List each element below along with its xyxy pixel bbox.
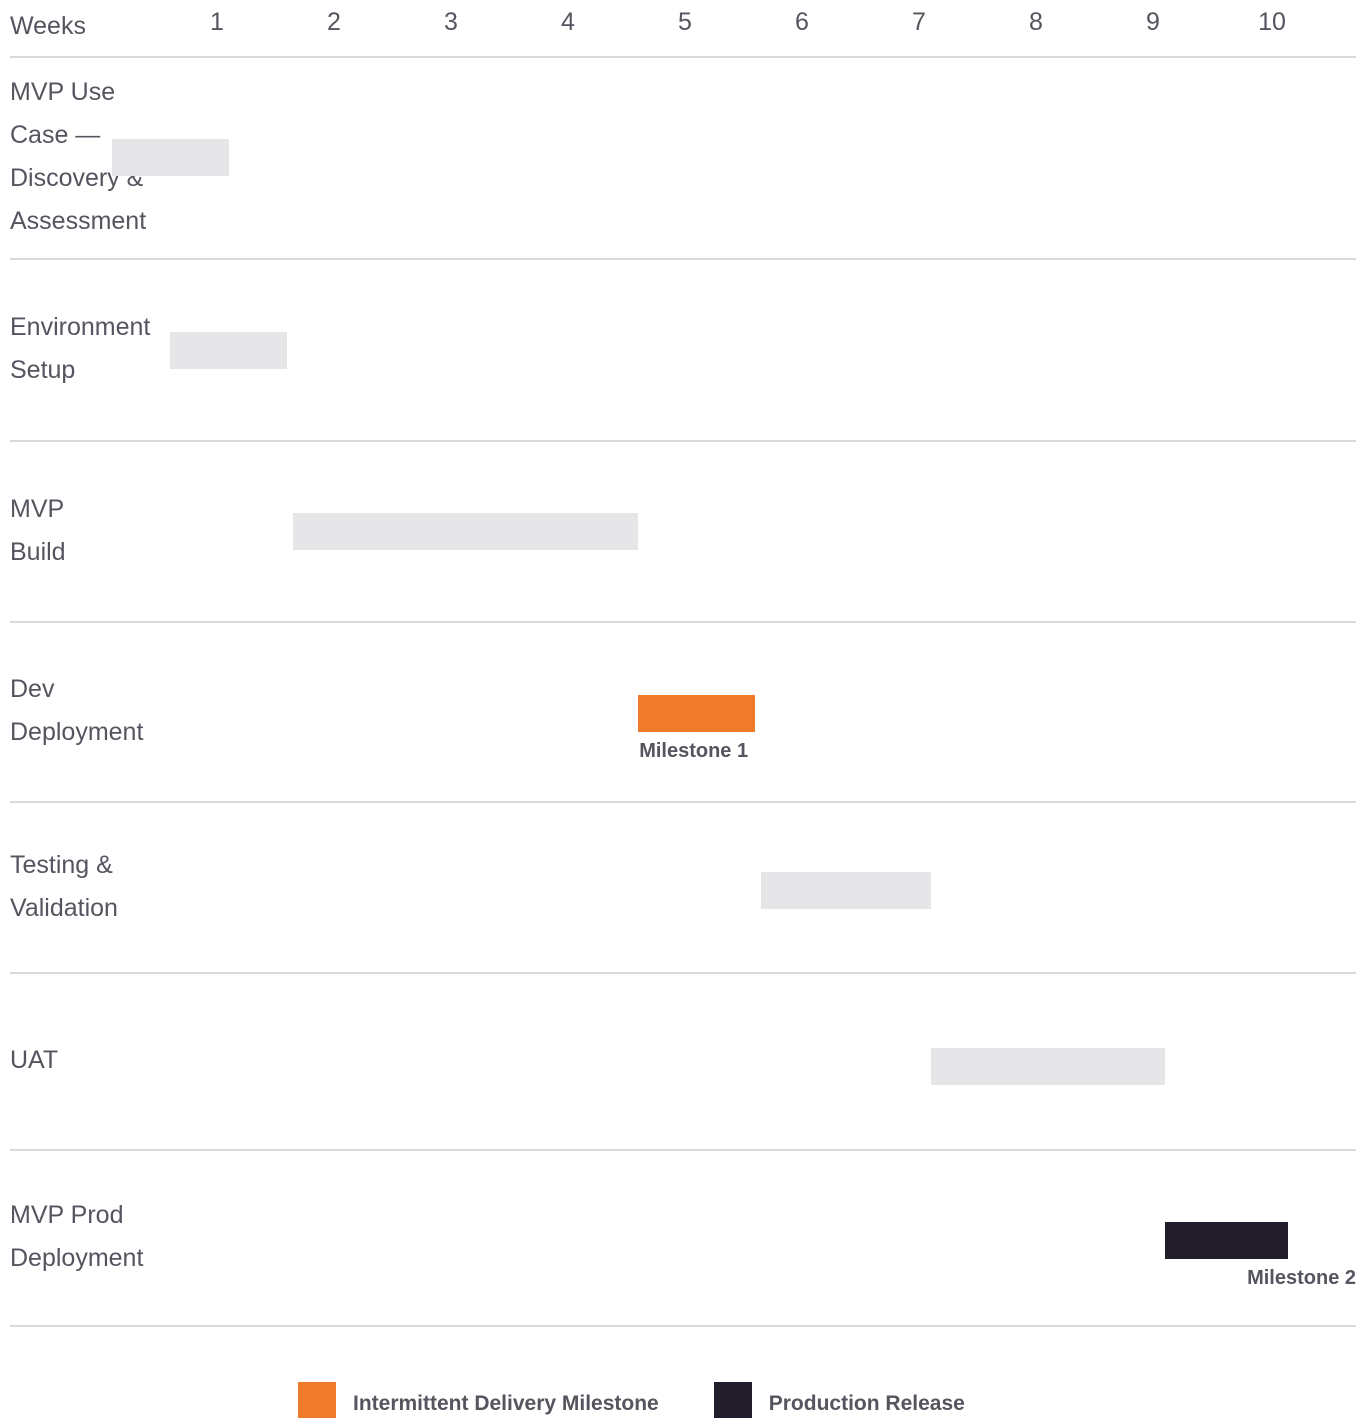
row-divider: [10, 440, 1356, 442]
legend: Intermittent Delivery Milestone Producti…: [298, 1382, 965, 1418]
task-label-line: Environment: [10, 313, 151, 341]
task-bar-phase: [761, 872, 931, 909]
task-label-line: Build: [10, 537, 66, 566]
row-divider: [10, 56, 1356, 58]
legend-swatch-release: [713, 1382, 752, 1418]
week-tick-5: 5: [678, 8, 692, 36]
row-divider: [10, 801, 1356, 803]
task-label-line: Testing &: [10, 850, 113, 879]
task-label: MVP Build: [10, 440, 185, 621]
task-bar-phase: [930, 1048, 1165, 1085]
task-label-line: UAT: [10, 1046, 59, 1074]
task-bar-milestone: [638, 695, 756, 732]
weeks-header-label: Weeks: [10, 12, 86, 40]
legend-label-milestone: Intermittent Delivery Milestone: [353, 1392, 659, 1415]
week-tick-7: 7: [912, 8, 926, 36]
week-tick-8: 8: [1029, 8, 1043, 36]
task-bar-phase: [170, 332, 288, 369]
task-label-line: MVP: [10, 494, 65, 523]
task-label: UAT: [10, 972, 185, 1149]
legend-item-release: Production Release: [713, 1382, 965, 1418]
task-label-line: Dev: [10, 675, 55, 703]
task-label-line: MVP Prod: [10, 1201, 124, 1229]
legend-item-milestone: Intermittent Delivery Milestone: [298, 1382, 659, 1418]
milestone-label: Milestone 1: [639, 740, 749, 762]
week-tick-1: 1: [210, 8, 224, 36]
legend-label-release: Production Release: [768, 1392, 965, 1415]
task-label-line: MVP Use: [10, 78, 116, 106]
row-divider: [10, 1325, 1356, 1327]
week-tick-4: 4: [561, 8, 575, 36]
week-tick-9: 9: [1146, 8, 1160, 36]
task-label: Environment Setup: [10, 258, 185, 440]
task-label-line: Assessment: [10, 207, 147, 235]
task-bar-phase: [293, 513, 639, 550]
task-label-line: Deployment: [10, 718, 144, 746]
milestone-label: Milestone 2: [1247, 1267, 1356, 1289]
gantt-chart: Weeks 1 2 3 4 5 6 7 8 9 10 MVP Use Case — Discovery …: [0, 0, 1356, 1414]
task-label: MVP Prod Deployment: [10, 1149, 185, 1325]
task-bar-phase: [111, 139, 229, 176]
task-label-line: Validation: [10, 893, 118, 922]
task-label: Dev Deployment: [10, 621, 185, 801]
row-divider: [10, 1149, 1356, 1151]
week-tick-3: 3: [444, 8, 458, 36]
week-tick-10: 10: [1258, 8, 1286, 36]
legend-swatch-milestone: [298, 1382, 336, 1418]
task-label-line: Deployment: [10, 1244, 144, 1272]
task-label: Testing & Validation: [10, 801, 185, 972]
task-label-line: Setup: [10, 356, 76, 384]
row-divider: [10, 972, 1356, 974]
week-tick-6: 6: [795, 8, 809, 36]
week-tick-2: 2: [327, 8, 341, 36]
task-bar-release: [1164, 1222, 1288, 1259]
row-divider: [10, 621, 1356, 623]
row-divider: [10, 258, 1356, 260]
